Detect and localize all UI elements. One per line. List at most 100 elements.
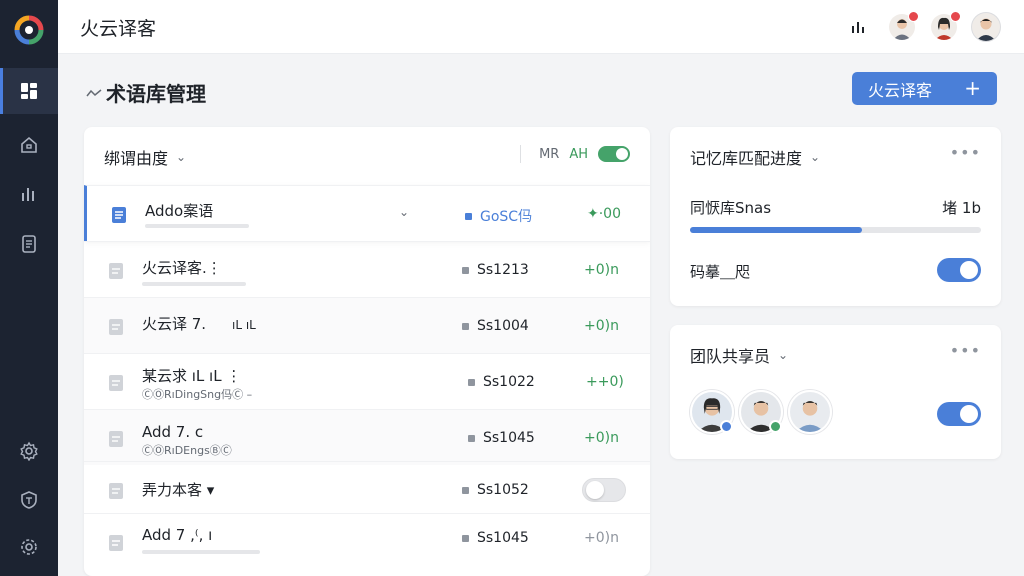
sidebar-item-settings[interactable] (0, 428, 58, 474)
mr-filter[interactable]: MR (539, 147, 559, 162)
team-toggle[interactable] (937, 402, 981, 426)
chevron-down-icon: ⌄ (176, 150, 187, 164)
create-term-button[interactable]: 火云译客 + (852, 72, 997, 105)
signal-bars-icon (852, 22, 864, 33)
table-row[interactable]: 火云译 7. ıL ıL Ss1004 +0)n (84, 297, 650, 353)
team-dropdown[interactable]: 团队共享员 ⌄ (690, 343, 788, 367)
memory-value: 堵 1b (942, 199, 981, 217)
term-score: ✦·00 (587, 206, 621, 222)
member-avatar[interactable] (690, 390, 734, 434)
sidebar-item-documents[interactable] (0, 221, 58, 267)
term-score: +0)n (584, 430, 619, 446)
placeholder-line (142, 282, 246, 286)
cog-icon (21, 539, 37, 555)
chevron-down-icon[interactable]: ⌄ (399, 205, 409, 219)
table-row[interactable]: 弄力本客 ▾ Ss1052 (84, 461, 650, 517)
avatar (972, 13, 1000, 41)
term-name: Add 7 ,⁽, ı (142, 526, 213, 544)
term-code: Ss1004 (462, 318, 529, 334)
page-title: 术语库管理 (86, 78, 206, 107)
document-icon (22, 235, 36, 253)
more-icon[interactable]: ••• (950, 341, 981, 360)
divider (520, 145, 522, 163)
filter-dropdown[interactable]: 绑谓由度 ⌄ (104, 145, 186, 169)
chevron-down-icon: ⌄ (778, 348, 789, 362)
top-bar: 火云译客 (58, 0, 1024, 54)
more-icon[interactable]: ••• (950, 143, 981, 162)
file-icon (109, 483, 123, 499)
term-code: Ss1022 (468, 374, 535, 390)
sidebar-item-preferences[interactable] (0, 524, 58, 570)
table-row[interactable]: 火云译客.⋮ Ss1213 +0)n (84, 241, 650, 297)
sidebar-item-home[interactable] (0, 122, 58, 168)
signal-button[interactable] (844, 13, 872, 41)
placeholder-line (145, 224, 249, 228)
status-marker (462, 322, 469, 330)
term-code: GoSC㐷 (465, 206, 532, 226)
memory-title: 记忆库匹配进度 (690, 149, 803, 168)
term-score: +0)n (584, 262, 619, 278)
memory-toggle[interactable] (937, 258, 981, 282)
filter-label: 绑谓由度 (104, 149, 169, 168)
gear-icon (20, 441, 38, 461)
term-code: Ss1045 (468, 430, 535, 446)
page-title-text: 术语库管理 (106, 82, 206, 106)
term-name: 火云译客.⋮ (142, 259, 222, 277)
term-name: 火云译 7. (142, 315, 207, 333)
term-code: Ss1045 (462, 530, 529, 546)
bar-chart-icon (22, 188, 34, 201)
term-name: 弄力本客 ▾ (142, 481, 215, 499)
term-list-card: 绑谓由度 ⌄ MR AH Addo案语 ⌄ GoSC㐷 ✦·00 火云译客.⋮ … (84, 127, 650, 576)
file-icon (109, 263, 123, 279)
file-icon (112, 207, 126, 223)
notification-avatar-1[interactable] (888, 11, 919, 41)
sidebar-item-stats[interactable] (0, 171, 58, 217)
status-dot (769, 420, 782, 433)
file-icon (109, 431, 123, 447)
team-share-card: 团队共享员 ⌄ ••• (670, 325, 1001, 459)
team-title: 团队共享员 (690, 347, 771, 366)
wave-icon (86, 88, 102, 96)
sidebar (0, 0, 58, 576)
home-icon (21, 136, 37, 153)
memory-dropdown[interactable]: 记忆库匹配进度 ⌄ (690, 145, 820, 169)
memory-setting-label: 码摹⸏咫 (690, 263, 751, 281)
app-title: 火云译客 (80, 18, 157, 40)
term-subtitle: ⒸⓄRıDingSng㐷Ⓒ – (142, 388, 253, 401)
status-marker (462, 266, 469, 274)
chevron-down-icon: ⌄ (810, 150, 821, 164)
term-name: 某云求 ıL ıL ⋮ (142, 367, 242, 385)
term-subtitle: ⒸⓄRıDEngsⒷⒸ (142, 444, 232, 457)
term-score: ++0) (586, 374, 624, 390)
filter-toggle[interactable] (598, 146, 630, 162)
table-row[interactable]: Add 7 ,⁽, ı Ss1045 +0)n (84, 513, 650, 569)
table-row[interactable]: 某云求 ıL ıL ⋮ ⒸⓄRıDingSng㐷Ⓒ – Ss1022 ++0) (84, 353, 650, 409)
notification-avatar-2[interactable] (930, 11, 961, 41)
member-avatar[interactable] (739, 390, 783, 434)
file-icon (109, 375, 123, 391)
placeholder-line (142, 550, 260, 554)
sidebar-item-dashboard[interactable] (0, 68, 58, 114)
term-marks: ıL ıL (232, 318, 256, 332)
create-term-label: 火云译客 (868, 80, 933, 100)
status-marker (468, 378, 475, 386)
term-toggle[interactable] (582, 478, 626, 502)
member-avatars (690, 390, 832, 434)
status-marker (462, 486, 469, 494)
ah-filter[interactable]: AH (569, 147, 588, 162)
sidebar-item-security[interactable] (0, 477, 58, 523)
dashboard-icon (21, 83, 37, 99)
file-icon (109, 319, 123, 335)
status-dot (720, 420, 733, 433)
file-icon (109, 535, 123, 551)
table-row[interactable]: Add 7. c ⒸⓄRıDEngsⒷⒸ Ss1045 +0)n (84, 409, 650, 465)
status-marker (465, 212, 472, 220)
memory-label: 同恹库Snas (690, 199, 772, 217)
table-row[interactable]: Addo案语 ⌄ GoSC㐷 ✦·00 (84, 185, 650, 241)
user-avatar-button[interactable] (972, 13, 1000, 41)
filter-options: MR AH (520, 145, 630, 163)
status-marker (462, 534, 469, 542)
plus-icon: + (964, 76, 981, 100)
term-score: +0)n (584, 318, 619, 334)
member-avatar[interactable] (788, 390, 832, 434)
